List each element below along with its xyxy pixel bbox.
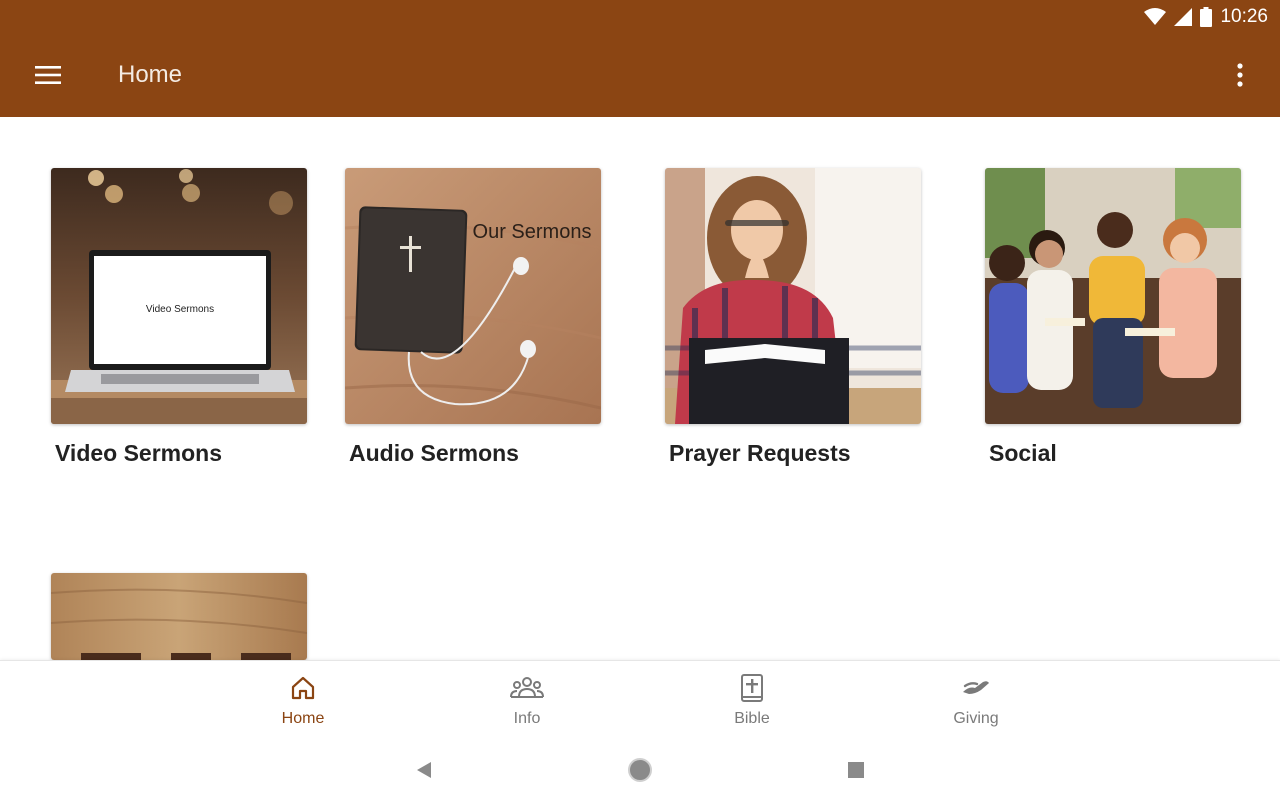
system-navigation-bar [0,740,1280,800]
nav-home[interactable]: Home [243,673,363,728]
system-home-button[interactable] [627,757,653,783]
status-bar: 10:26 [1144,4,1268,30]
people-icon [510,677,544,698]
tile-social[interactable]: Social [985,168,1241,467]
recents-square-icon [848,762,864,778]
partial-tile-image [51,573,307,660]
tile-video-sermons[interactable]: Video Sermons Video Sermons [51,168,307,467]
tile-audio-sermons[interactable]: Our Sermons Audio Sermons [345,168,601,467]
status-time: 10:26 [1220,6,1268,27]
back-triangle-icon [417,762,431,778]
menu-button[interactable] [30,60,66,90]
battery-icon [1200,7,1213,27]
system-recents-button[interactable] [843,757,869,783]
audio-sermons-image: Our Sermons [345,168,601,424]
nav-giving-label: Giving [953,710,999,727]
system-back-button[interactable] [411,757,437,783]
nav-home-label: Home [281,710,325,727]
more-vert-icon [1237,63,1243,87]
prayer-requests-image [665,168,921,424]
home-icon [291,676,315,700]
page-title: Home [118,61,183,88]
bottom-navigation: Home Info Bible Giving [0,660,1280,741]
tile-prayer-requests[interactable]: Prayer Requests [665,168,921,467]
tile-label: Prayer Requests [669,440,851,466]
video-sermons-image: Video Sermons [51,168,307,424]
nav-info[interactable]: Info [467,673,587,728]
social-image [985,168,1241,424]
nav-giving[interactable]: Giving [916,673,1036,728]
hamburger-menu-icon [35,66,61,84]
app-bar: 10:26 Home [0,0,1280,117]
nav-bible[interactable]: Bible [692,673,812,728]
nav-bible-label: Bible [734,710,770,727]
nav-info-label: Info [513,710,541,727]
audio-sermons-image-text: Our Sermons [473,221,592,243]
tile-label: Video Sermons [55,440,223,466]
tile-label: Audio Sermons [349,440,519,466]
signal-icon [1174,8,1193,26]
home-circle-icon [628,758,652,782]
more-options-button[interactable] [1226,58,1254,92]
tile-label: Social [989,440,1057,466]
giving-hand-icon [963,681,989,694]
bible-icon [741,674,763,702]
tile-partial[interactable] [51,573,307,660]
video-sermons-image-text: Video Sermons [146,304,214,315]
wifi-icon [1144,8,1167,25]
